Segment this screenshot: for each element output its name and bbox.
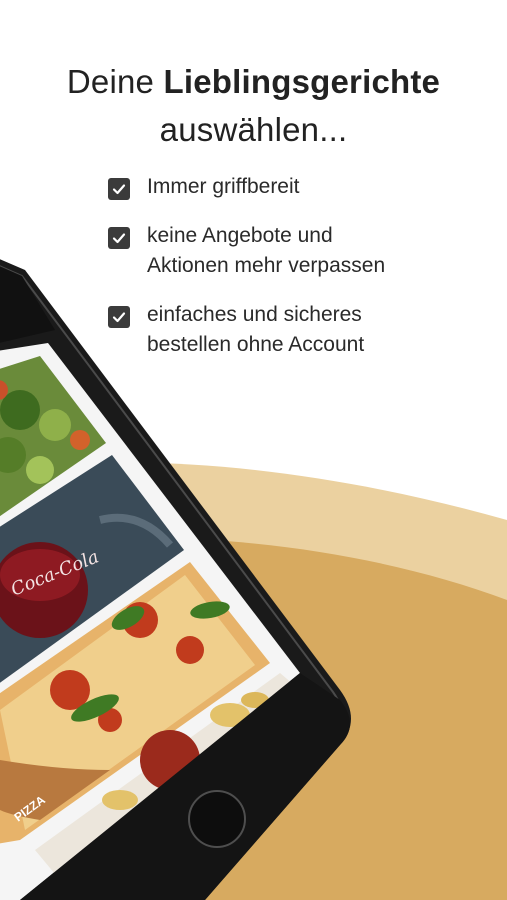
phone-mockup: Coca-Cola PIZZA — [0, 259, 351, 900]
home-button — [188, 790, 246, 848]
